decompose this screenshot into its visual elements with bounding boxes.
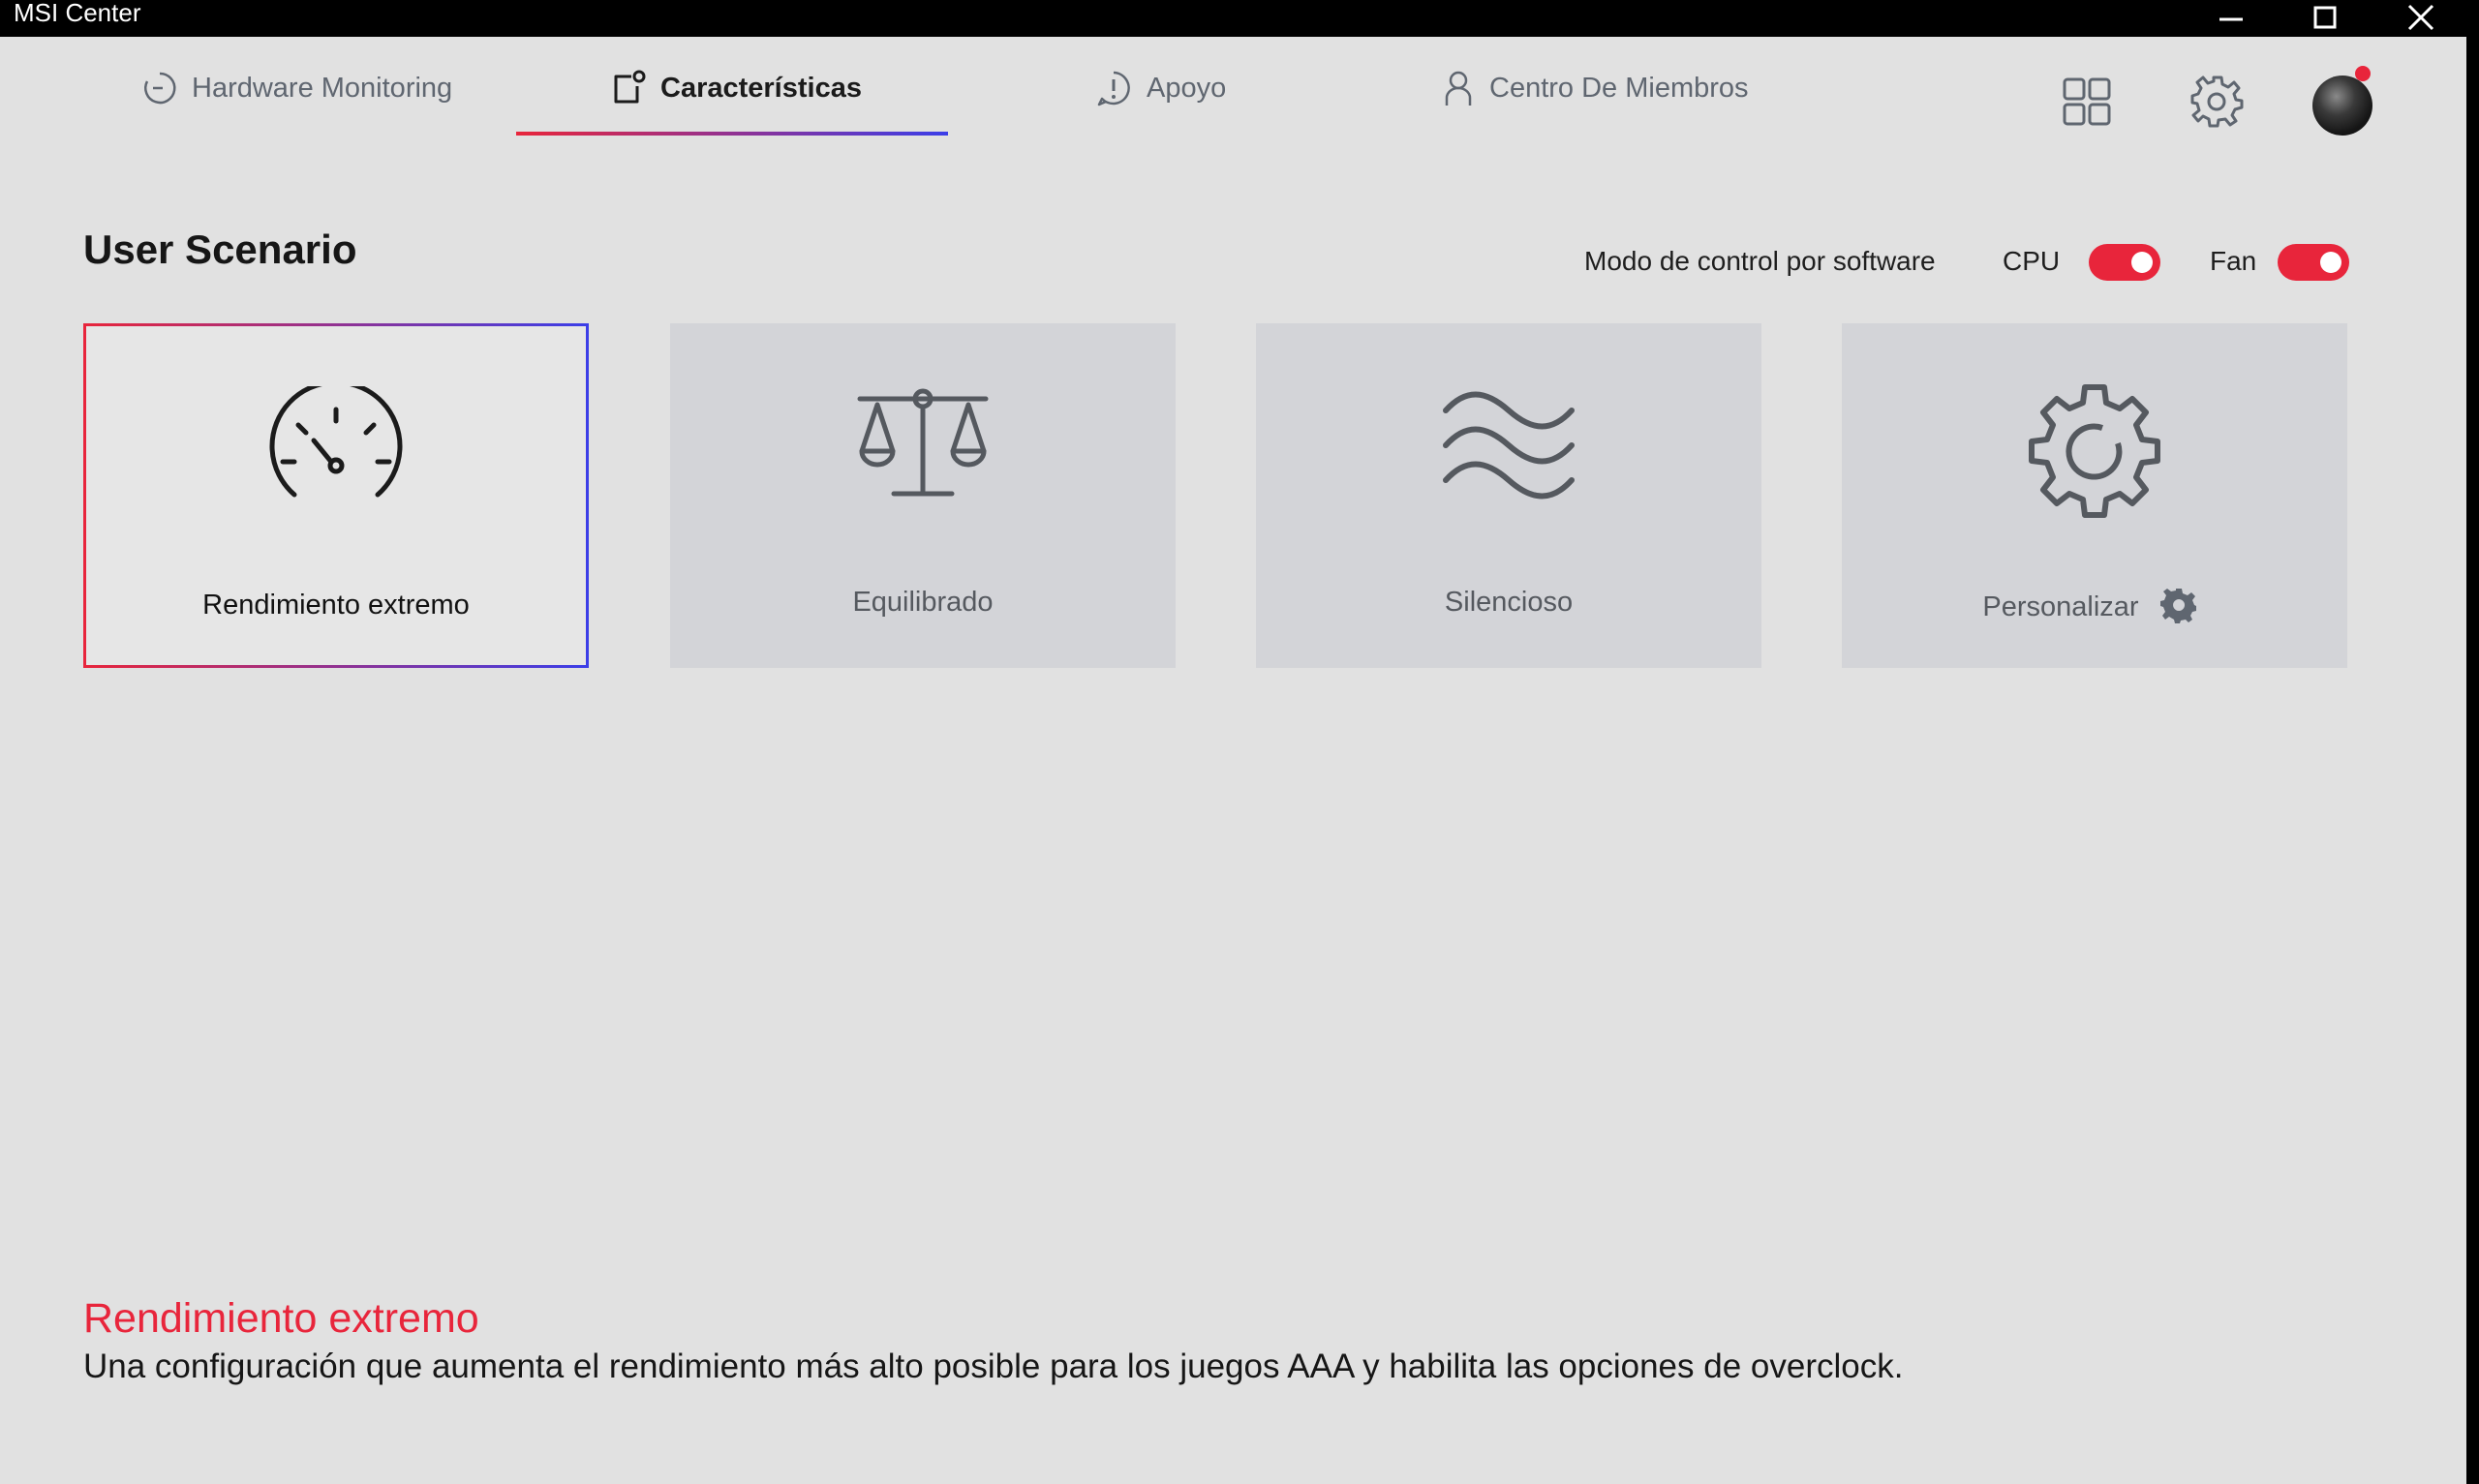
title-bar: MSI Center (0, 0, 2479, 37)
close-button[interactable] (2392, 0, 2450, 37)
scenario-card-rendimiento-extremo[interactable]: Rendimiento extremo (83, 323, 589, 668)
page-title: User Scenario (83, 227, 357, 272)
tab-label: Características (660, 72, 862, 104)
scenario-description-text: Una configuración que aumenta el rendimi… (83, 1348, 1904, 1385)
scenario-card-equilibrado[interactable]: Equilibrado (670, 323, 1176, 668)
scenario-label: Equilibrado (852, 587, 994, 618)
app-window: Hardware Monitoring Características Apoy… (0, 37, 2466, 1484)
window-title: MSI Center (14, 0, 141, 27)
close-icon (2407, 4, 2434, 31)
timer-icon (144, 72, 176, 105)
apps-grid-button[interactable] (2059, 74, 2115, 130)
tab-caracteristicas[interactable]: Características (610, 64, 862, 112)
tab-label: Apoyo (1147, 72, 1227, 104)
scenario-label-text: Personalizar (1982, 591, 2139, 622)
features-icon (614, 70, 646, 104)
scenario-description-title: Rendimiento extremo (83, 1295, 479, 1342)
alert-bubble-icon (1097, 71, 1130, 106)
scenario-label: Silencioso (1444, 587, 1574, 618)
settings-button[interactable] (2188, 74, 2245, 130)
tab-label: Centro De Miembros (1489, 72, 1749, 104)
cpu-toggle[interactable] (2089, 244, 2160, 281)
grid-icon (2063, 77, 2111, 126)
fan-label: Fan (2210, 246, 2257, 276)
cpu-label: CPU (2003, 246, 2061, 276)
software-control-label: Modo de control por software (1584, 246, 1936, 276)
scenario-label: Rendimiento extremo (202, 590, 470, 621)
avatar[interactable] (2312, 76, 2372, 136)
tab-hardware-monitoring[interactable]: Hardware Monitoring (141, 64, 452, 112)
gear-icon (2190, 76, 2244, 128)
person-icon (1445, 71, 1472, 106)
minimize-button[interactable] (2200, 0, 2258, 37)
gear-icon (2029, 384, 2160, 518)
maximize-icon (2313, 6, 2337, 29)
tab-label: Hardware Monitoring (192, 72, 453, 104)
active-tab-indicator (516, 132, 948, 136)
tab-apoyo[interactable]: Apoyo (1094, 64, 1226, 112)
settings-gear-icon[interactable] (2159, 587, 2197, 623)
speedometer-icon (269, 386, 403, 498)
scenario-label: Personalizar (1832, 587, 2347, 623)
tab-centro-de-miembros[interactable]: Centro De Miembros (1441, 64, 1749, 112)
maximize-button[interactable] (2295, 0, 2353, 37)
toggle-knob (2320, 252, 2341, 273)
balance-scale-icon (857, 388, 989, 497)
scenario-card-personalizar[interactable]: Personalizar (1842, 323, 2347, 668)
waves-icon (1443, 391, 1575, 500)
minimize-icon (2219, 17, 2243, 21)
fan-toggle[interactable] (2278, 244, 2349, 281)
notification-badge (2355, 66, 2371, 81)
toggle-knob (2131, 252, 2153, 273)
scenario-card-silencioso[interactable]: Silencioso (1256, 323, 1761, 668)
